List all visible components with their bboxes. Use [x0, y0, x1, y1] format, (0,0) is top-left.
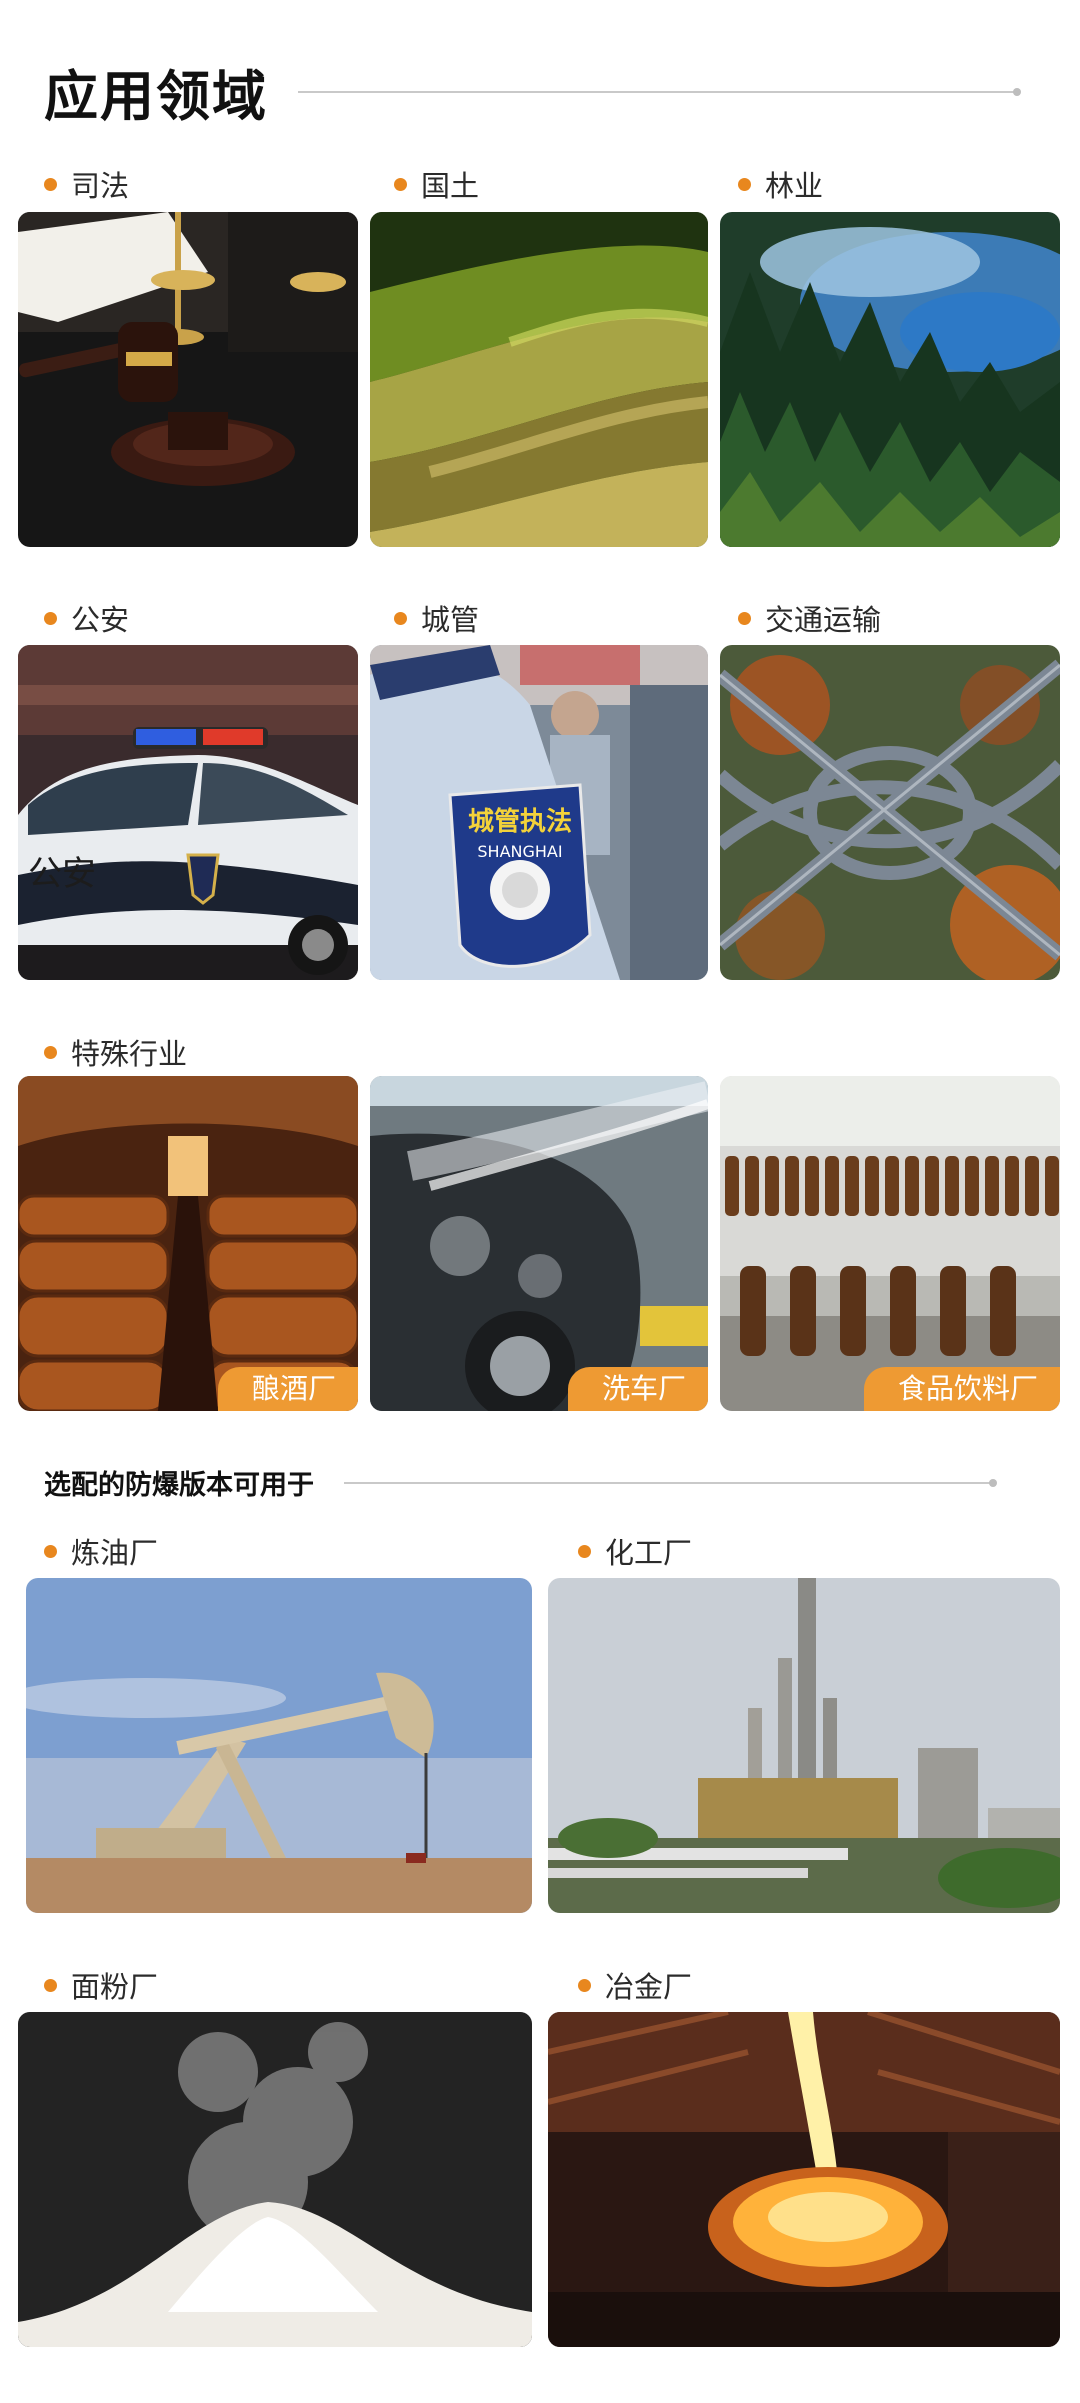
photo-bottling-line: 食品饮料厂 [720, 1076, 1060, 1411]
heading-title: 应用领域 [44, 65, 268, 128]
bullet-dot [578, 1978, 591, 1992]
label-urban-management: 城管 [394, 597, 479, 639]
bullet-dot [44, 177, 57, 191]
badge-food-beverage: 食品饮料厂 [863, 1367, 1060, 1411]
bullet-dot [44, 1544, 57, 1558]
application-fields-page: 应用领域 司法 国土 林业 公安 城管 交通运输 公安 城管执法 SHANGHA… [0, 0, 1080, 2403]
patch-lettering-top: 城管执法 [468, 807, 572, 837]
label-special-industry: 特殊行业 [44, 1031, 187, 1073]
bullet-dot [394, 611, 407, 625]
section-heading-explosion-proof: 选配的防爆版本可用于 [44, 1463, 1024, 1502]
subheading-title: 选配的防爆版本可用于 [44, 1470, 314, 1501]
photo-refinery-pumpjack [26, 1578, 532, 1913]
bullet-dot [394, 177, 407, 191]
label-forestry: 林业 [738, 163, 823, 205]
subheading-divider [344, 1478, 997, 1487]
photo-judicial-gavel [18, 212, 358, 547]
heading-divider [298, 87, 1021, 96]
label-text: 交通运输 [765, 603, 882, 637]
bullet-dot [44, 1045, 57, 1059]
label-text: 特殊行业 [71, 1037, 188, 1071]
label-text: 化工厂 [605, 1536, 693, 1570]
section-heading-applications: 应用领域 [44, 52, 1024, 131]
label-metallurgy: 冶金厂 [578, 1964, 692, 2006]
photo-chemical-plant [548, 1578, 1060, 1913]
label-flour-mill: 面粉厂 [44, 1964, 158, 2006]
label-text: 炼油厂 [71, 1536, 159, 1570]
photo-urban-officer: 城管执法 SHANGHAI [370, 645, 708, 980]
label-text: 公安 [71, 603, 130, 637]
label-text: 面粉厂 [71, 1970, 159, 2004]
photo-brewery-cellar: 酿酒厂 [18, 1076, 358, 1411]
label-land: 国土 [394, 163, 479, 205]
photo-forestry-forest [720, 212, 1060, 547]
patch-lettering-bottom: SHANGHAI [477, 842, 562, 861]
label-text: 冶金厂 [605, 1970, 693, 2004]
photo-land-hills [370, 212, 708, 547]
bullet-dot [44, 1978, 57, 1992]
bullet-dot [578, 1544, 591, 1558]
label-text: 国土 [421, 169, 480, 203]
label-refinery: 炼油厂 [44, 1530, 158, 1572]
label-text: 林业 [765, 169, 824, 203]
police-car-lettering: 公安 [28, 854, 96, 894]
label-traffic: 交通运输 [738, 597, 881, 639]
photo-police-car: 公安 [18, 645, 358, 980]
photo-flour-pile [18, 2012, 532, 2347]
label-police: 公安 [44, 597, 129, 639]
badge-brewery: 酿酒厂 [217, 1367, 358, 1411]
photo-traffic-interchange [720, 645, 1060, 980]
photo-metallurgy-pour [548, 2012, 1060, 2347]
label-text: 城管 [421, 603, 480, 637]
bullet-dot [738, 611, 751, 625]
label-chemical: 化工厂 [578, 1530, 692, 1572]
bullet-dot [738, 177, 751, 191]
badge-carwash: 洗车厂 [567, 1367, 708, 1411]
label-judicial: 司法 [44, 163, 129, 205]
bullet-dot [44, 611, 57, 625]
label-text: 司法 [71, 169, 130, 203]
photo-car-wash: 洗车厂 [370, 1076, 708, 1411]
